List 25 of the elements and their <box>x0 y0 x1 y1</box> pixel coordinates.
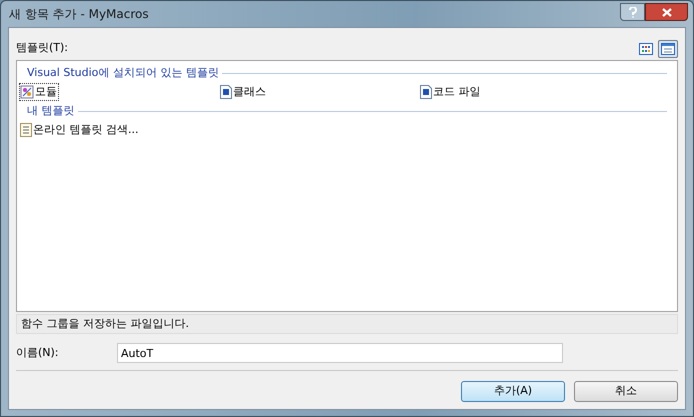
window-title: 새 항목 추가 - MyMacros <box>9 6 149 23</box>
document-icon <box>20 123 32 137</box>
name-field[interactable]: AutoT <box>117 343 563 363</box>
grid-icon <box>639 43 653 55</box>
module-icon <box>20 85 34 99</box>
name-label: 이름(N): <box>16 344 60 361</box>
templates-label: 템플릿(T): <box>16 40 68 56</box>
dialog-button[interactable]: 추가(A) <box>461 381 565 402</box>
code-file-icon <box>220 85 232 99</box>
list-icon <box>661 43 675 55</box>
template-item[interactable]: 온라인 템플릿 검색... <box>20 122 140 138</box>
template-item[interactable]: 모듈 <box>20 84 58 100</box>
view-button[interactable] <box>636 40 656 58</box>
description-text: 함수 그룹을 저장하는 파일입니다. <box>21 316 189 332</box>
view-button[interactable] <box>658 40 678 58</box>
close-button[interactable] <box>645 3 688 21</box>
question-icon <box>628 6 636 18</box>
group-header: 내 템플릿 <box>27 102 74 119</box>
close-icon <box>662 8 672 16</box>
dialog-button[interactable]: 취소 <box>574 381 678 402</box>
template-item[interactable]: 클래스 <box>220 84 267 100</box>
template-item[interactable]: 코드 파일 <box>420 84 482 100</box>
group-header: Visual Studio에 설치되어 있는 템플릿 <box>27 64 219 81</box>
code-file-icon <box>420 85 432 99</box>
help-button[interactable] <box>620 3 645 21</box>
